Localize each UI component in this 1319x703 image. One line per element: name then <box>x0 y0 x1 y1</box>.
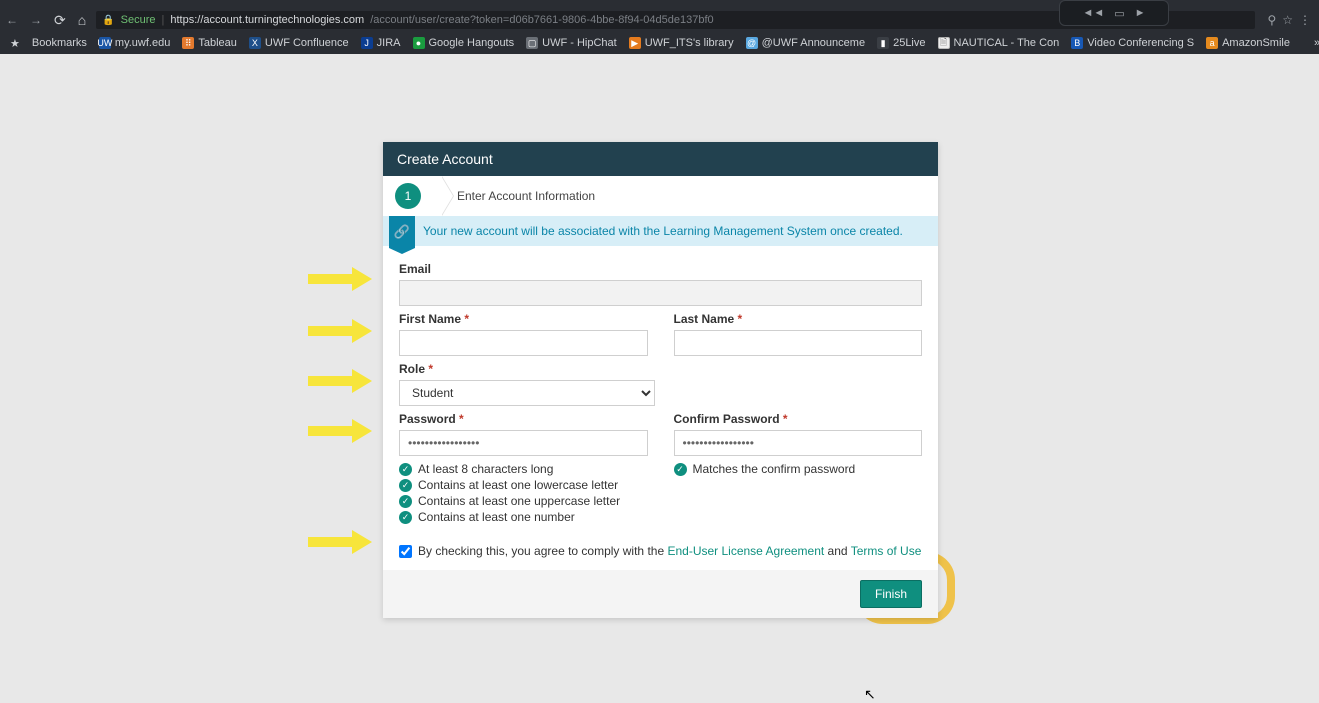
bookmark-item[interactable]: aAmazonSmile <box>1206 37 1290 49</box>
agree-checkbox[interactable] <box>399 545 412 558</box>
bookmark-item[interactable]: 🗎NAUTICAL - The Con <box>938 37 1060 49</box>
annotation-arrow <box>308 532 378 552</box>
confirm-password-field[interactable] <box>674 430 923 456</box>
bookmark-item[interactable]: XUWF Confluence <box>249 37 349 49</box>
password-rule: ✓Contains at least one uppercase letter <box>399 494 648 508</box>
annotation-arrow <box>308 269 378 289</box>
mouse-cursor-icon: ↖ <box>864 686 876 703</box>
check-icon: ✓ <box>399 495 412 508</box>
role-label: Role * <box>399 362 922 376</box>
password-rule: ✓Contains at least one lowercase letter <box>399 478 648 492</box>
last-name-field[interactable] <box>674 330 923 356</box>
annotation-arrow <box>308 421 378 441</box>
finish-button[interactable]: Finish <box>860 580 922 608</box>
media-control-widget[interactable]: ◄◄ ▭ ► <box>1059 0 1169 26</box>
role-select[interactable]: Student <box>399 380 655 406</box>
bookmark-item[interactable]: ⠿Tableau <box>182 37 237 49</box>
password-rule: ✓Contains at least one number <box>399 510 648 524</box>
back-button[interactable]: ← <box>4 13 20 27</box>
check-icon: ✓ <box>399 463 412 476</box>
agree-text: By checking this, you agree to comply wi… <box>418 544 921 558</box>
confirm-rule: ✓Matches the confirm password <box>674 462 923 476</box>
tou-link[interactable]: Terms of Use <box>851 544 922 558</box>
reload-button[interactable]: ⟳ <box>52 12 68 29</box>
home-button[interactable]: ⌂ <box>76 12 88 28</box>
password-rule: ✓At least 8 characters long <box>399 462 648 476</box>
extensions-icon[interactable]: ⚲ <box>1267 13 1276 27</box>
annotation-arrow <box>308 371 378 391</box>
eula-link[interactable]: End-User License Agreement <box>667 544 824 558</box>
forward-button[interactable]: → <box>28 13 44 27</box>
form-body: Email First Name * Last Name * Role * St… <box>383 246 938 530</box>
step-badge: 1 <box>395 183 421 209</box>
check-icon: ✓ <box>399 479 412 492</box>
bookmark-item[interactable]: ●Google Hangouts <box>413 37 515 49</box>
bookmark-item[interactable]: JJIRA <box>361 37 401 49</box>
next-track-icon[interactable]: ► <box>1135 7 1146 19</box>
bookmarks-overflow[interactable]: » <box>1314 37 1319 49</box>
lock-icon: 🔒 <box>102 15 114 26</box>
pause-icon[interactable]: ▭ <box>1114 7 1124 20</box>
create-account-card: Create Account 1 Enter Account Informati… <box>383 142 938 618</box>
bookmark-star-icon[interactable]: ☆ <box>1282 13 1293 27</box>
url-host: https://account.turningtechnologies.com <box>170 14 364 26</box>
card-footer: Finish <box>383 570 938 618</box>
email-label: Email <box>399 262 922 276</box>
card-title: Create Account <box>383 142 938 176</box>
first-name-field[interactable] <box>399 330 648 356</box>
bookmark-item[interactable]: BVideo Conferencing S <box>1071 37 1194 49</box>
menu-icon[interactable]: ⋮ <box>1299 13 1311 27</box>
bookmarks-star-icon: ★ <box>10 37 20 50</box>
prev-track-icon[interactable]: ◄◄ <box>1082 7 1104 19</box>
bookmarks-bar: ★ Bookmarks UWmy.uwf.edu ⠿Tableau XUWF C… <box>0 32 1319 54</box>
bookmark-item[interactable]: ▶UWF_ITS's library <box>629 37 734 49</box>
url-path: /account/user/create?token=d06b7661-9806… <box>370 14 713 26</box>
wizard-step-row: 1 Enter Account Information <box>383 176 938 216</box>
bookmark-item[interactable]: ▢UWF - HipChat <box>526 37 617 49</box>
page-content: Create Account 1 Enter Account Informati… <box>0 54 1319 692</box>
bookmarks-label: Bookmarks <box>32 37 87 49</box>
bookmark-item[interactable]: ▮25Live <box>877 37 925 49</box>
first-name-label: First Name * <box>399 312 648 326</box>
step-label: Enter Account Information <box>457 189 595 203</box>
link-icon: 🔗 <box>389 216 415 248</box>
last-name-label: Last Name * <box>674 312 923 326</box>
annotation-arrow <box>308 321 378 341</box>
info-banner: 🔗 Your new account will be associated wi… <box>383 216 938 246</box>
password-field[interactable] <box>399 430 648 456</box>
check-icon: ✓ <box>674 463 687 476</box>
check-icon: ✓ <box>399 511 412 524</box>
password-label: Password * <box>399 412 648 426</box>
bookmark-item[interactable]: UWmy.uwf.edu <box>99 37 170 49</box>
secure-label: Secure <box>121 14 156 26</box>
info-text: Your new account will be associated with… <box>423 224 903 238</box>
confirm-password-label: Confirm Password * <box>674 412 923 426</box>
bookmark-item[interactable]: @@UWF Announceme <box>746 37 866 49</box>
agree-row: By checking this, you agree to comply wi… <box>383 530 938 562</box>
email-field[interactable] <box>399 280 922 306</box>
